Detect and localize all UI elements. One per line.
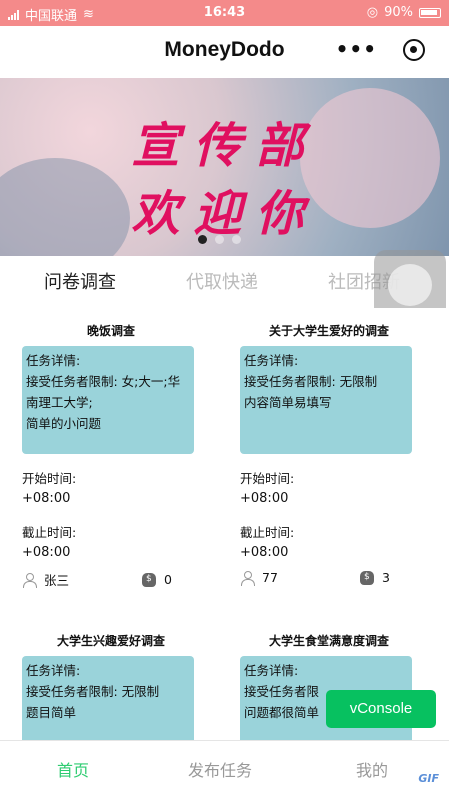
tabbar-publish[interactable]: 发布任务 bbox=[188, 757, 252, 781]
carousel-dot-3[interactable] bbox=[232, 235, 241, 244]
vconsole-button[interactable]: vConsole bbox=[326, 690, 436, 728]
task-card[interactable]: 晚饭调查 任务详情: 接受任务者限制: 女;大一;华 南理工大学; 简单的小问题… bbox=[22, 316, 200, 589]
user-icon bbox=[22, 572, 37, 588]
reward-amount: 0 bbox=[164, 572, 172, 587]
tabbar-home[interactable]: 首页 bbox=[57, 757, 89, 781]
gif-watermark: GIF bbox=[418, 772, 439, 785]
task-title: 关于大学生爱好的调查 bbox=[268, 324, 389, 338]
task-detail-box: 任务详情: 接受任务者限制: 无限制 内容简单易填写 bbox=[240, 346, 412, 454]
carousel-dot-2[interactable] bbox=[215, 235, 224, 244]
detail-heading: 任务详情: bbox=[26, 663, 81, 678]
carousel-indicator bbox=[198, 235, 241, 244]
detail-line: 接受任务者限制: 女;大一;华 bbox=[26, 374, 181, 389]
tab-survey[interactable]: 问卷调查 bbox=[44, 268, 116, 294]
battery-icon bbox=[419, 7, 441, 18]
task-title: 大学生兴趣爱好调查 bbox=[56, 634, 165, 648]
start-time-value: +08:00 bbox=[22, 491, 71, 506]
reward-amount: 3 bbox=[382, 570, 390, 585]
carousel-dot-1[interactable] bbox=[198, 235, 207, 244]
start-time-label: 开始时间: bbox=[22, 471, 77, 486]
battery-label: 90% bbox=[384, 5, 413, 20]
end-time-value: +08:00 bbox=[240, 545, 289, 560]
detail-line: 南理工大学; bbox=[26, 395, 93, 410]
publisher-name: 张三 bbox=[44, 573, 70, 588]
start-time-value: +08:00 bbox=[240, 491, 289, 506]
banner-carousel[interactable]: 宣传部 欢迎你 bbox=[0, 78, 449, 256]
tabbar-profile[interactable]: 我的 bbox=[356, 757, 388, 781]
detail-heading: 任务详情: bbox=[26, 353, 81, 368]
end-time-label: 截止时间: bbox=[22, 525, 77, 540]
money-bag-icon bbox=[360, 570, 374, 585]
task-title: 大学生食堂满意度调查 bbox=[268, 634, 389, 648]
status-bar: 中国联通 ≋ 16:43 ◎ 90% bbox=[0, 0, 449, 26]
user-icon bbox=[240, 570, 255, 586]
banner-line-2: 欢迎你 bbox=[131, 186, 318, 242]
page-title: MoneyDodo bbox=[164, 38, 285, 61]
end-time-label: 截止时间: bbox=[240, 525, 295, 540]
money-bag-icon bbox=[142, 572, 156, 587]
nav-bar: MoneyDodo ••• bbox=[0, 26, 449, 78]
end-time-value: +08:00 bbox=[22, 545, 71, 560]
task-title: 晚饭调查 bbox=[86, 324, 135, 338]
tab-express[interactable]: 代取快递 bbox=[186, 268, 258, 294]
detail-line: 内容简单易填写 bbox=[244, 395, 332, 410]
detail-line: 简单的小问题 bbox=[26, 416, 102, 431]
task-card[interactable]: 大学生兴趣爱好调查 任务详情: 接受任务者限制: 无限制 题目简单 bbox=[22, 626, 200, 740]
detail-line: 接受任务者限制: 无限制 bbox=[26, 684, 160, 699]
banner-line-1: 宣传部 bbox=[131, 118, 318, 174]
more-dots-icon[interactable]: ••• bbox=[336, 37, 377, 61]
alarm-icon: ◎ bbox=[366, 5, 379, 20]
detail-line: 题目简单 bbox=[26, 705, 77, 720]
detail-line: 接受任务者限制: 无限制 bbox=[244, 374, 378, 389]
target-circle-icon[interactable] bbox=[403, 39, 425, 61]
publisher-name: 77 bbox=[262, 570, 278, 585]
task-detail-box: 任务详情: 接受任务者限制: 女;大一;华 南理工大学; 简单的小问题 bbox=[22, 346, 194, 454]
bottom-tab-bar: 首页 发布任务 我的 bbox=[0, 740, 449, 798]
detail-heading: 任务详情: bbox=[244, 663, 299, 678]
detail-heading: 任务详情: bbox=[244, 353, 299, 368]
task-list: 晚饭调查 任务详情: 接受任务者限制: 女;大一;华 南理工大学; 简单的小问题… bbox=[0, 308, 449, 740]
task-detail-box: 任务详情: 接受任务者限制: 无限制 题目简单 bbox=[22, 656, 194, 740]
start-time-label: 开始时间: bbox=[240, 471, 295, 486]
task-card[interactable]: 关于大学生爱好的调查 任务详情: 接受任务者限制: 无限制 内容简单易填写 开始… bbox=[240, 316, 418, 586]
